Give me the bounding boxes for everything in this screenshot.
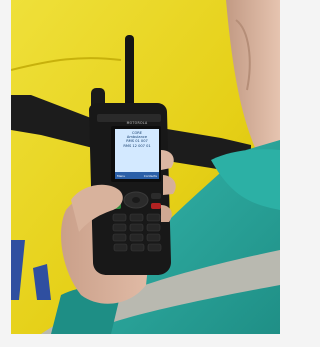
softkey-right-label: Contacts — [143, 174, 157, 178]
key-4 — [112, 223, 127, 232]
key-7 — [112, 233, 127, 242]
nav-center-key — [132, 197, 140, 203]
radio-antenna — [125, 35, 134, 110]
end-key — [151, 203, 161, 209]
softkey-right — [151, 193, 161, 199]
key-1 — [112, 213, 127, 222]
softkey-left-label: Menu — [117, 174, 126, 178]
photo-scene — [11, 0, 280, 334]
key-hash — [147, 243, 162, 252]
key-star — [113, 243, 128, 252]
key-2 — [129, 213, 144, 222]
radio-brand-logo: MOTOROLA — [126, 121, 148, 125]
key-5 — [129, 223, 144, 232]
key-0 — [130, 243, 145, 252]
key-8 — [129, 233, 144, 242]
key-6 — [146, 223, 161, 232]
photo-frame: MOTOROLA CORE Ambulance RMS 01 007 RMS 1… — [11, 0, 280, 334]
key-9 — [146, 233, 161, 242]
radio-softkey-labels: Menu Contacts — [117, 174, 157, 178]
radio-screen — [115, 129, 159, 179]
key-3 — [146, 213, 161, 222]
